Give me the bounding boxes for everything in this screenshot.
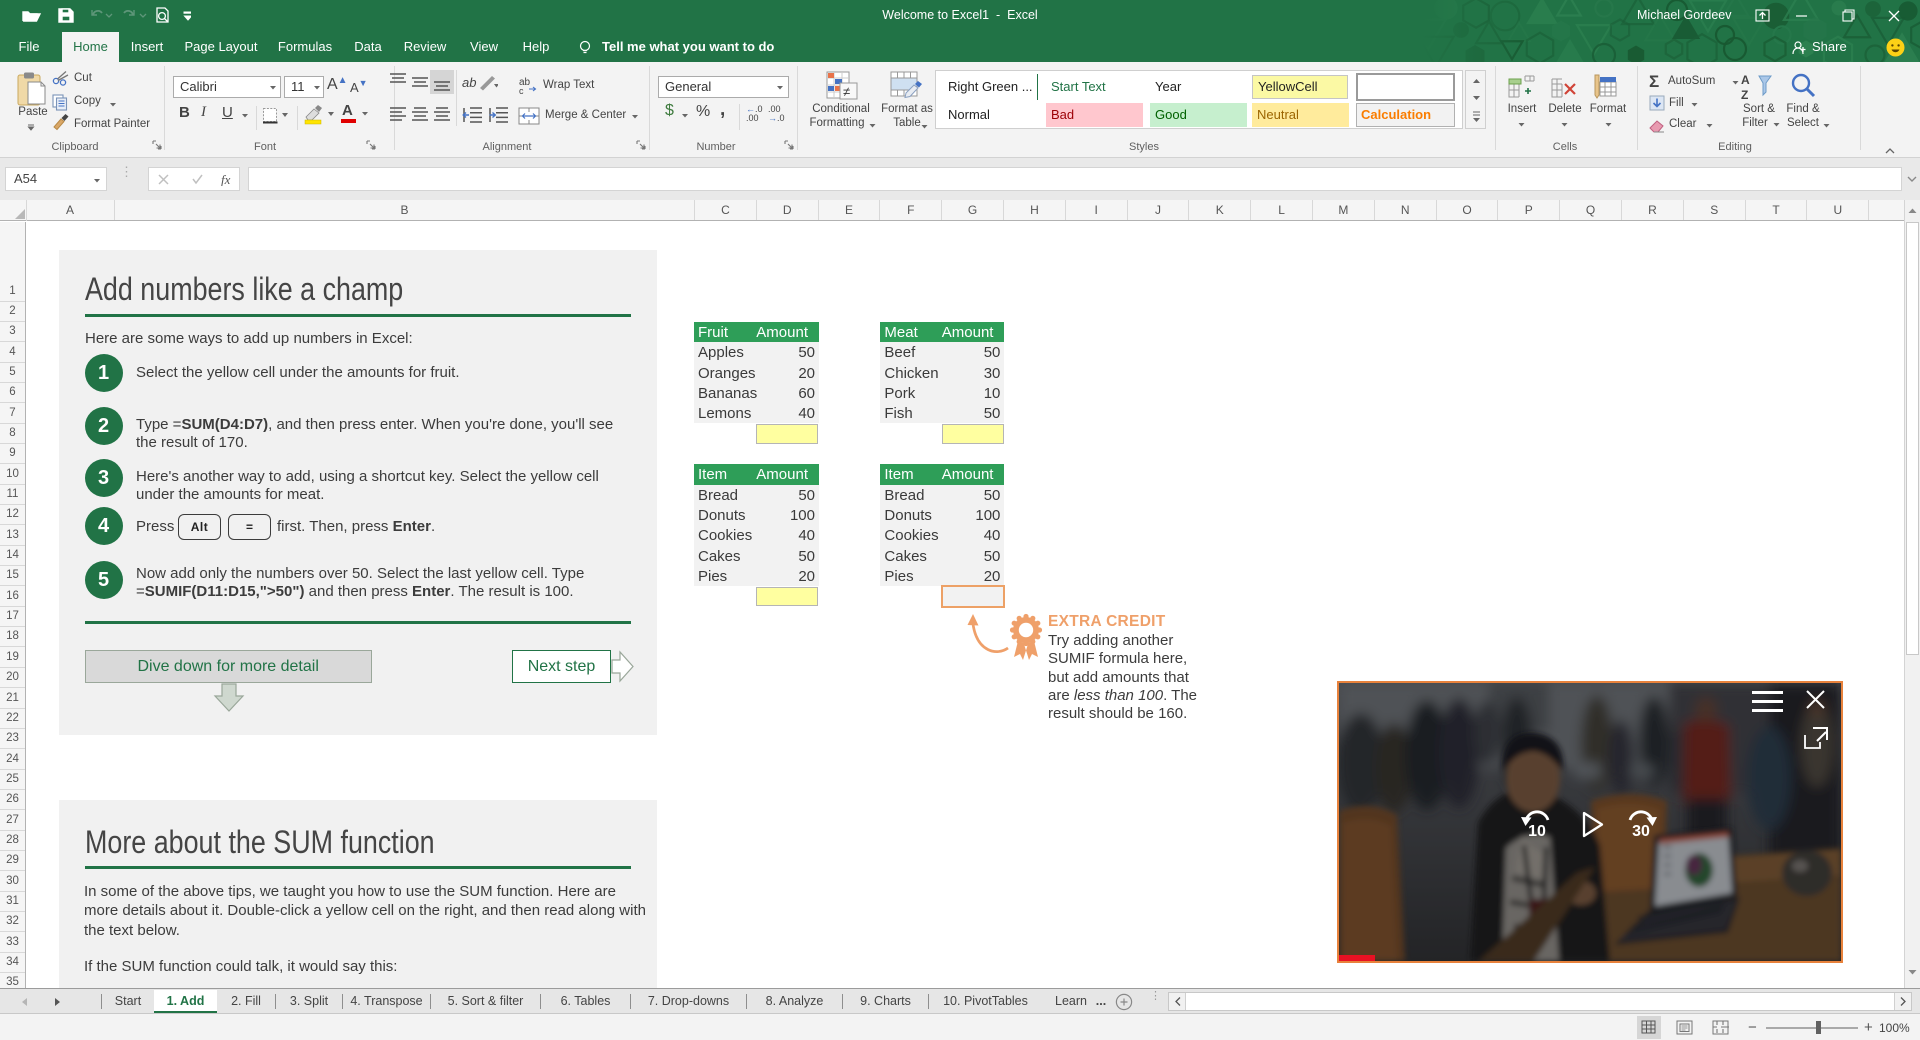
svg-text:fx: fx xyxy=(221,173,231,186)
svg-text:30: 30 xyxy=(1632,823,1650,840)
svg-text:ab: ab xyxy=(462,75,476,90)
svg-text:10: 10 xyxy=(1528,823,1546,840)
svg-text:A: A xyxy=(1741,73,1750,87)
svg-text:≠: ≠ xyxy=(843,84,850,99)
svg-text:c: c xyxy=(519,86,524,95)
svg-text:Z: Z xyxy=(1741,88,1748,102)
